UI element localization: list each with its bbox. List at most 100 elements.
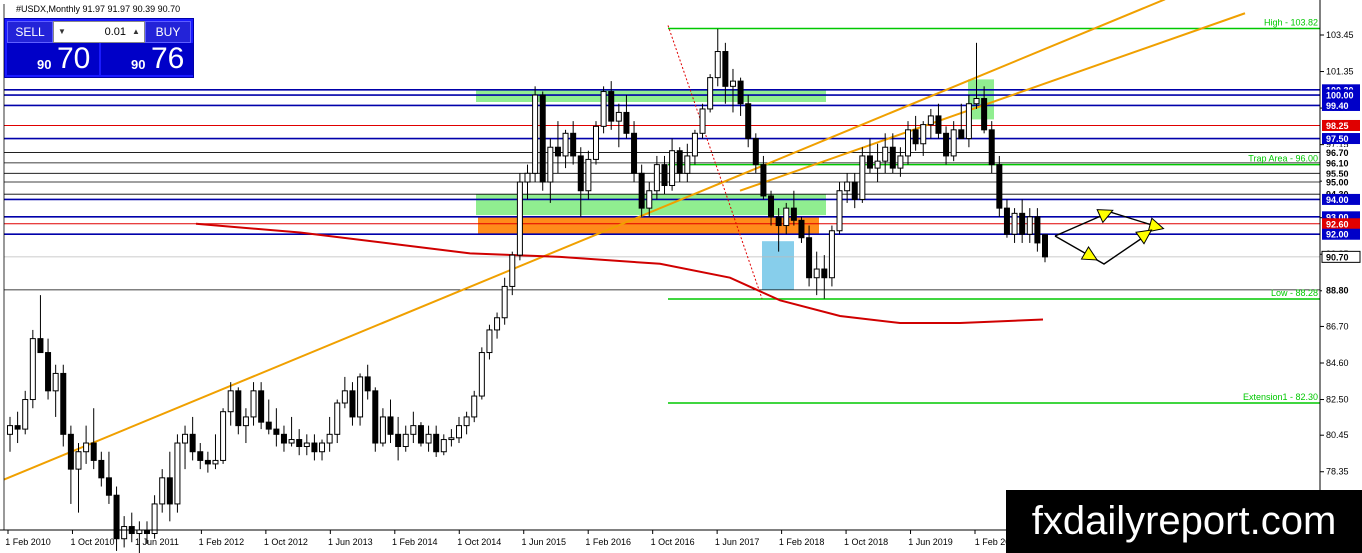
candle-body-8 — [67, 433, 74, 470]
candle-body-44 — [341, 390, 348, 404]
price-tag-8: 95.00 — [1326, 178, 1349, 188]
fib-level-label-2: Low - 88.28 — [1271, 288, 1318, 298]
fib-level-label-3: Extension1 - 82.30 — [1243, 392, 1318, 402]
x-tick-label-6: 1 Feb 2014 — [392, 537, 438, 547]
candle-body-12 — [98, 459, 105, 479]
candle-body-41 — [319, 442, 326, 453]
candle-body-58 — [448, 437, 455, 441]
price-tag-15: 88.80 — [1326, 285, 1349, 295]
candle-body-11 — [90, 442, 97, 461]
candle-body-49 — [379, 416, 386, 444]
x-tick-label-13: 1 Oct 2018 — [844, 537, 888, 547]
candle-body-57 — [440, 439, 447, 453]
price-tag-2: 99.40 — [1326, 101, 1349, 111]
lot-decrease-icon[interactable]: ▼ — [54, 22, 70, 42]
candle-body-101 — [775, 216, 782, 227]
lot-increase-icon[interactable]: ▲ — [128, 22, 144, 42]
sell-button[interactable]: SELL — [7, 21, 53, 43]
candle-body-135 — [1034, 216, 1041, 244]
x-tick-label-4: 1 Oct 2012 — [264, 537, 308, 547]
price-tag-4: 97.50 — [1326, 134, 1349, 144]
candle-body-109 — [836, 190, 843, 232]
candle-body-121 — [927, 115, 934, 126]
candle-body-82 — [631, 132, 638, 174]
candle-body-5 — [45, 352, 52, 392]
x-tick-label-2: 1 Jun 2011 — [135, 537, 179, 547]
candle-body-42 — [326, 433, 333, 444]
candle-body-61 — [471, 395, 478, 418]
candle-body-66 — [509, 254, 516, 287]
forecast-arrow-up-2 — [1147, 217, 1165, 233]
candle-body-86 — [661, 164, 668, 187]
price-tag-14: 90.70 — [1326, 252, 1349, 262]
price-tag-13: 92.00 — [1326, 230, 1349, 240]
candle-body-128 — [981, 98, 988, 131]
candle-body-39 — [303, 442, 310, 448]
candle-body-92 — [707, 77, 714, 110]
candle-body-64 — [494, 317, 501, 331]
candle-body-97 — [745, 103, 752, 140]
candle-body-1 — [14, 425, 21, 430]
candle-body-129 — [988, 129, 995, 166]
buy-button[interactable]: BUY — [145, 21, 191, 43]
price-chart[interactable]: High - 103.82 Trap Area - 96.00 Low - 88.2… — [0, 0, 1362, 553]
candle-body-122 — [935, 115, 942, 134]
price-tag-1: 100.00 — [1326, 91, 1354, 101]
candle-body-55 — [425, 433, 432, 444]
candle-body-126 — [965, 103, 972, 140]
chart-title: #USDX,Monthly 91.97 91.97 90.39 90.70 — [16, 4, 181, 14]
candle-body-93 — [714, 51, 721, 79]
candle-body-46 — [357, 376, 364, 418]
candle-body-3 — [29, 338, 36, 401]
price-tag-5: 96.70 — [1326, 148, 1349, 158]
x-tick-label-8: 1 Jun 2015 — [521, 537, 566, 547]
buy-price-display[interactable]: 90 76 — [101, 42, 193, 75]
candle-body-6 — [52, 372, 59, 392]
lot-size-input[interactable] — [72, 22, 126, 42]
candle-body-51 — [395, 433, 402, 448]
candle-body-24 — [189, 433, 196, 453]
candle-body-130 — [996, 164, 1003, 209]
candle-body-84 — [646, 190, 653, 209]
candle-body-127 — [973, 98, 980, 105]
candle-body-96 — [737, 80, 744, 105]
lot-size-stepper[interactable]: ▼ ▲ — [53, 21, 145, 43]
candle-body-80 — [615, 111, 622, 122]
candle-body-108 — [828, 230, 835, 279]
x-tick-label-9: 1 Feb 2016 — [585, 537, 631, 547]
candle-body-28 — [220, 411, 227, 461]
candle-body-43 — [334, 402, 341, 435]
candle-body-73 — [562, 132, 569, 157]
watermark-logo: fxdailyreport.com — [1006, 490, 1362, 553]
candle-body-53 — [410, 425, 417, 435]
candle-body-37 — [288, 439, 295, 444]
candle-body-14 — [113, 494, 120, 540]
x-tick-label-5: 1 Jun 2013 — [328, 537, 373, 547]
candle-body-103 — [790, 207, 797, 221]
candle-body-111 — [851, 181, 858, 200]
candle-body-118 — [905, 129, 912, 157]
candle-body-35 — [273, 428, 280, 435]
candle-body-25 — [197, 451, 204, 461]
zone-green-top — [476, 89, 826, 102]
candlesticks — [7, 28, 1048, 553]
candle-body-120 — [920, 124, 927, 145]
candle-body-89 — [684, 155, 691, 174]
candle-body-2 — [22, 399, 29, 430]
x-tick-label-12: 1 Feb 2018 — [779, 537, 825, 547]
sell-price-display[interactable]: 90 70 — [7, 42, 99, 75]
candle-body-32 — [250, 390, 257, 418]
candle-body-110 — [844, 181, 851, 192]
x-tick-label-0: 1 Feb 2010 — [5, 537, 51, 547]
candle-body-113 — [866, 155, 873, 169]
candle-body-112 — [859, 155, 866, 200]
candle-body-106 — [813, 268, 820, 279]
candle-body-71 — [547, 146, 554, 183]
price-tag-3: 98.25 — [1326, 121, 1349, 131]
y-tick-label-11: 80.45 — [1326, 430, 1349, 440]
candle-body-79 — [608, 91, 615, 122]
candle-body-83 — [638, 172, 645, 209]
candle-body-134 — [1026, 216, 1033, 235]
highlight-zones — [476, 79, 994, 290]
candle-body-62 — [478, 352, 485, 397]
